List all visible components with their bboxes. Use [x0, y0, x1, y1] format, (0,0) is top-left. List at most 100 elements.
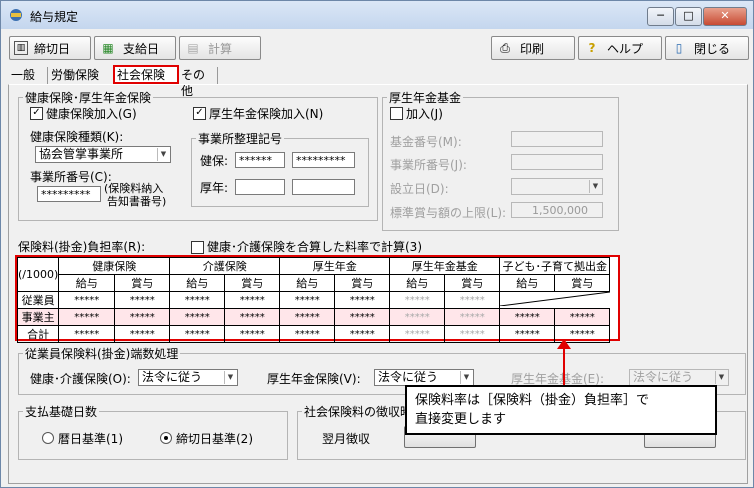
pension-fund-legend: 厚生年金基金: [389, 91, 462, 105]
calendar-basis-label: 暦日基準(1): [58, 432, 123, 446]
rate-cell[interactable]: *****: [334, 308, 391, 326]
sub-header: 賞与: [444, 274, 501, 292]
group-header-health: 健康保険: [58, 257, 171, 275]
rate-cell[interactable]: *****: [169, 308, 226, 326]
rate-cell: *****: [114, 325, 171, 343]
fund-rounding-select[interactable]: 法令に従う ▼: [629, 369, 729, 386]
close-window-button[interactable]: ✕: [703, 7, 747, 26]
rate-cell: *****: [334, 325, 391, 343]
rate-cell[interactable]: *****: [224, 291, 281, 309]
rate-cell[interactable]: *****: [224, 308, 281, 326]
help-icon: ?: [588, 41, 596, 55]
established-date-label: 設立日(D):: [390, 182, 449, 196]
closing-day-button[interactable]: ▥ 締切日: [9, 36, 91, 60]
established-date-select[interactable]: ▼: [511, 178, 603, 195]
unit-header: (/1000): [16, 257, 60, 292]
rate-cell[interactable]: *****: [389, 291, 446, 309]
rate-cell[interactable]: *****: [114, 291, 171, 309]
close-button[interactable]: ▯ 閉じる: [665, 36, 749, 60]
health-type-select[interactable]: 協会管掌事業所 ▼: [35, 146, 171, 163]
sub-header: 賞与: [554, 274, 611, 292]
rate-cell[interactable]: *****: [499, 308, 556, 326]
closing-day-label: 締切日: [34, 41, 71, 56]
fund-number-label: 基金番号(M):: [390, 135, 462, 149]
registration-pension-label: 厚年:: [200, 181, 229, 195]
sub-header: 給与: [58, 274, 116, 292]
tab-labor-insurance[interactable]: 労働保険: [49, 67, 114, 84]
payment-day-button[interactable]: ▦ 支給日: [94, 36, 176, 60]
print-button[interactable]: ⎙ 印刷: [491, 36, 575, 60]
help-label: ヘルプ: [607, 41, 644, 56]
rate-cell[interactable]: *****: [279, 291, 336, 309]
fund-rounding-value: 法令に従う: [633, 370, 694, 384]
sub-header: 給与: [279, 274, 336, 292]
rate-cell: *****: [499, 325, 556, 343]
group-header-pension-fund: 厚生年金基金: [389, 257, 501, 275]
pension-join-label: 厚生年金保険加入(N): [209, 107, 324, 121]
registration-health-input-1[interactable]: ******: [235, 152, 285, 168]
pension-join-checkbox[interactable]: ✓: [193, 107, 206, 120]
health-type-label: 健康保険種類(K):: [30, 130, 124, 144]
pension-fund-join-checkbox[interactable]: [390, 107, 403, 120]
rate-cell[interactable]: *****: [58, 291, 116, 309]
office-number-note-2: 告知書番号): [107, 195, 167, 208]
registration-pension-input-2[interactable]: [292, 179, 355, 195]
employee-child-contribution-na: [500, 292, 611, 309]
rate-cell[interactable]: *****: [444, 291, 501, 309]
health-rounding-select[interactable]: 法令に従う ▼: [138, 369, 238, 386]
rate-cell[interactable]: *****: [554, 308, 611, 326]
tab-social-insurance[interactable]: 社会保険: [113, 65, 179, 84]
fund-number-input[interactable]: [511, 131, 603, 147]
closing-basis-radio[interactable]: [160, 432, 172, 444]
tab-general[interactable]: 一般: [9, 67, 48, 84]
rate-cell[interactable]: *****: [58, 308, 116, 326]
registration-health-input-2[interactable]: *********: [292, 152, 355, 168]
calculator-icon: ▤: [187, 41, 199, 55]
sub-header: 給与: [169, 274, 226, 292]
tab-other[interactable]: その他: [179, 67, 218, 98]
help-button[interactable]: ? ヘルプ: [578, 36, 662, 60]
rate-cell: *****: [224, 325, 281, 343]
calendar-basis-radio[interactable]: [42, 432, 54, 444]
health-pension-legend: 健康保険･厚生年金保険: [25, 91, 152, 105]
title-bar: 給与規定 ─ □ ✕: [1, 1, 753, 29]
office-number-input[interactable]: *********: [37, 186, 101, 202]
rate-cell[interactable]: *****: [334, 291, 391, 309]
row-label-employee: 従業員: [16, 291, 60, 309]
rate-cell[interactable]: *****: [169, 291, 226, 309]
calculate-button[interactable]: ▤ 計算: [179, 36, 261, 60]
pension-rounding-select[interactable]: 法令に従う ▼: [374, 369, 474, 386]
health-join-label: 健康保険加入(G): [46, 107, 137, 121]
rate-cell[interactable]: *****: [389, 308, 446, 326]
app-icon: [10, 9, 22, 21]
minimize-button[interactable]: ─: [647, 7, 674, 26]
chevron-down-icon: ▼: [224, 371, 236, 384]
chevron-down-icon: ▼: [589, 180, 601, 193]
rate-cell[interactable]: *****: [444, 308, 501, 326]
group-header-pension: 厚生年金: [279, 257, 391, 275]
bonus-ceiling-input[interactable]: 1,500,000: [511, 202, 603, 218]
exit-door-icon: ▯: [675, 41, 683, 55]
combined-rate-checkbox[interactable]: [191, 241, 204, 254]
annotation-arrow-line: [563, 345, 565, 385]
calendar-icon: ▥: [14, 41, 28, 55]
printer-icon: ⎙: [500, 41, 510, 55]
sub-header: 賞与: [224, 274, 281, 292]
pension-rounding-label: 厚生年金保険(V):: [267, 372, 361, 386]
sub-header: 給与: [389, 274, 446, 292]
office-number-label: 事業所番号(C):: [30, 170, 112, 184]
maximize-button[interactable]: □: [675, 7, 702, 26]
rate-cell[interactable]: *****: [114, 308, 171, 326]
basis-days-legend: 支払基礎日数: [25, 405, 98, 419]
salary-rules-window: 給与規定 ─ □ ✕ ▥ 締切日 ▦ 支給日 ▤ 計算 ⎙ 印刷 ? ヘルプ ▯…: [0, 0, 754, 488]
rate-cell: *****: [389, 325, 446, 343]
group-header-child-contribution: 子ども･子育て拠出金: [499, 257, 611, 275]
health-join-checkbox[interactable]: ✓: [30, 107, 43, 120]
combined-rate-label: 健康･介護保険を合算した料率で計算(3): [207, 240, 422, 254]
fund-office-number-input[interactable]: [511, 154, 603, 170]
rate-cell[interactable]: *****: [279, 308, 336, 326]
rate-cell: *****: [444, 325, 501, 343]
registration-pension-input-1[interactable]: [235, 179, 285, 195]
chevron-down-icon: ▼: [460, 371, 472, 384]
diagonal-line: [500, 292, 611, 306]
